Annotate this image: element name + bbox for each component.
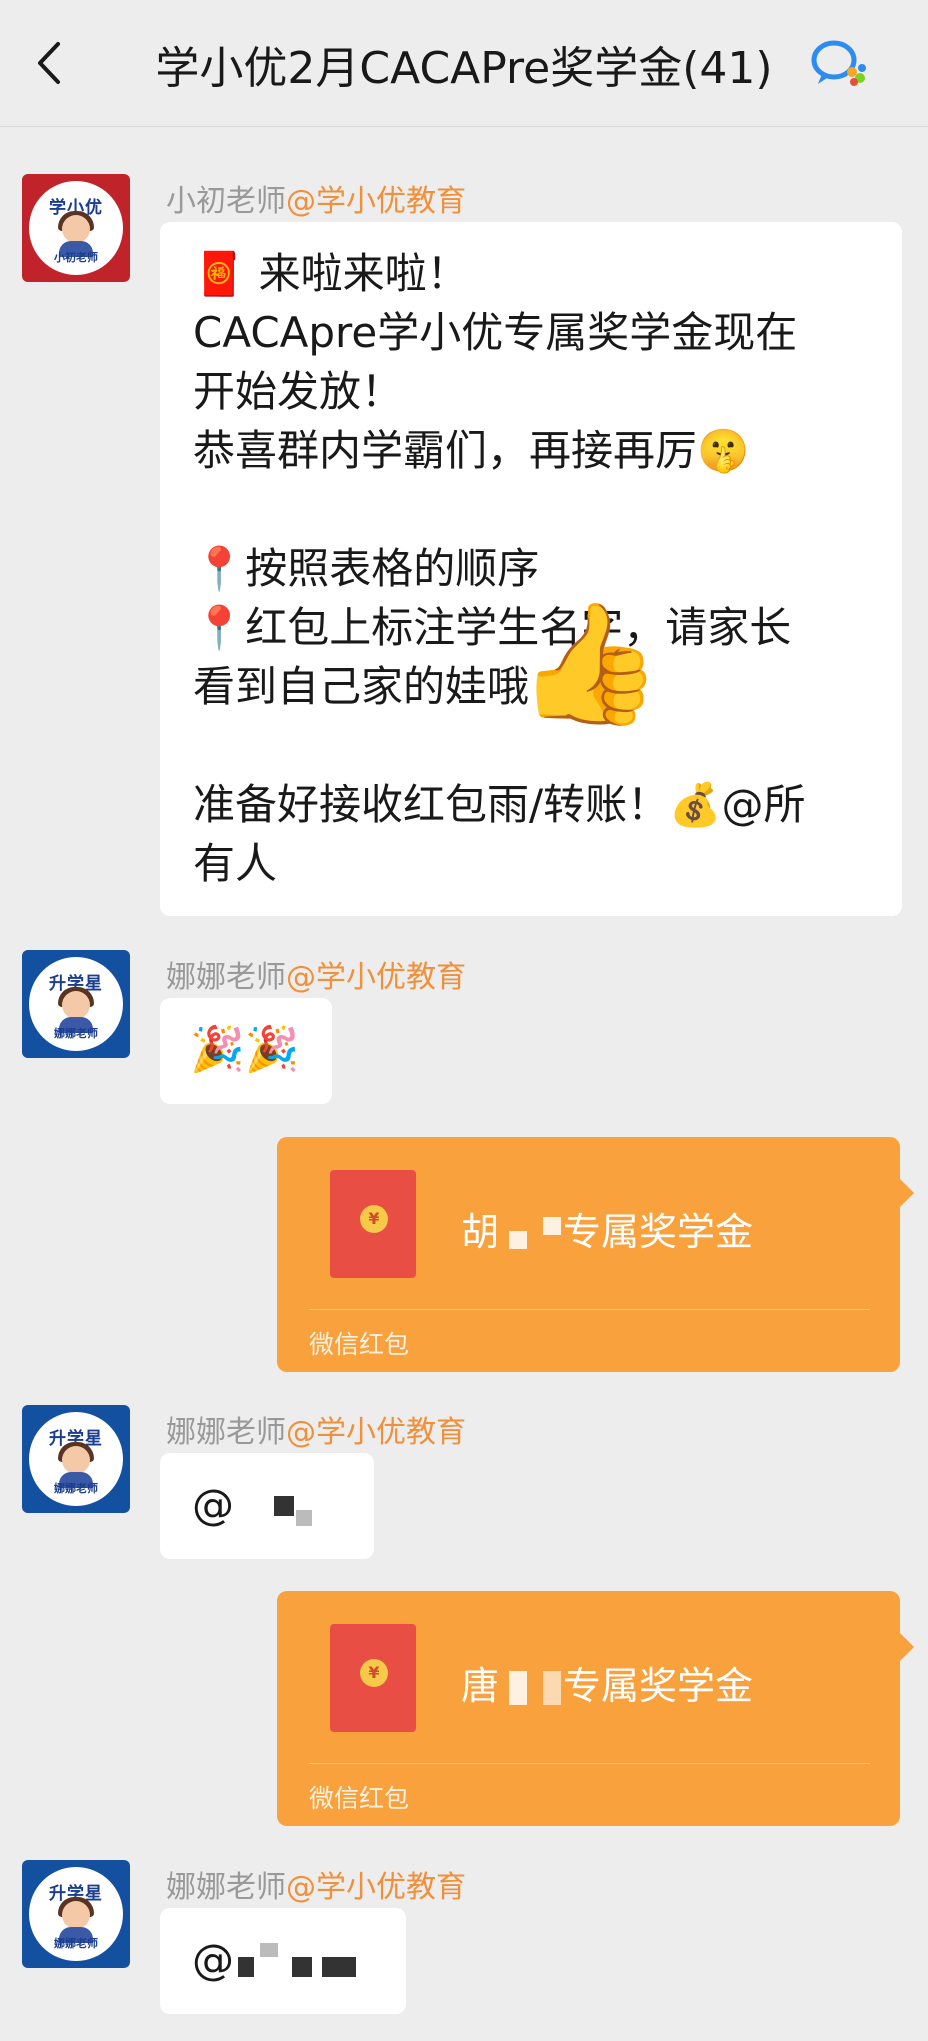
sender-name: 娜娜老师@学小优教育 bbox=[166, 952, 466, 996]
avatar[interactable]: 升学星 娜娜老师 bbox=[22, 1405, 130, 1513]
sender-name-text: 小初老师 bbox=[166, 184, 286, 219]
avatar[interactable]: 升学星 娜娜老师 bbox=[22, 950, 130, 1058]
thumbs-up-icon: 👍 bbox=[516, 594, 663, 732]
message-line: 🧧 来啦来啦！ bbox=[193, 249, 469, 298]
recipient-name: 胡 bbox=[461, 1210, 500, 1254]
divider bbox=[309, 1309, 870, 1310]
avatar-caption: 娜娜老师 bbox=[54, 1027, 98, 1040]
sender-org: @学小优教育 bbox=[286, 1870, 466, 1905]
message-bubble[interactable]: 🎉🎉 bbox=[160, 998, 332, 1104]
avatar-caption: 小初老师 bbox=[54, 251, 98, 264]
mention-redaction bbox=[234, 1488, 334, 1528]
avatar-face bbox=[62, 1901, 90, 1929]
message-line: 恭喜群内学霸们，再接再厉🤫 bbox=[193, 426, 750, 475]
red-packet-footer: 微信红包 bbox=[309, 1784, 410, 1813]
sender-name-text: 娜娜老师 bbox=[166, 1870, 286, 1905]
avatar-face bbox=[62, 215, 90, 243]
avatar[interactable]: 学小优 小初老师 bbox=[22, 174, 130, 282]
avatar-caption: 娜娜老师 bbox=[54, 1937, 98, 1950]
sender-name: 娜娜老师@学小优教育 bbox=[166, 1862, 466, 1906]
message-line bbox=[193, 716, 805, 775]
coin-icon: ¥ bbox=[360, 1205, 388, 1233]
sender-name: 小初老师@学小优教育 bbox=[166, 176, 466, 220]
message-line: CACApre学小优专属奖学金现在 bbox=[193, 308, 798, 357]
avatar-caption: 娜娜老师 bbox=[54, 1482, 98, 1495]
message-line bbox=[193, 480, 805, 539]
red-packet-title: 唐 专属奖学金 bbox=[461, 1655, 753, 1710]
sender-name: 娜娜老师@学小优教育 bbox=[166, 1407, 466, 1451]
message-line: 📍按照表格的顺序 bbox=[193, 544, 540, 593]
sender-name-text: 娜娜老师 bbox=[166, 1415, 286, 1450]
red-packet-label: 专属奖学金 bbox=[563, 1664, 754, 1708]
name-redaction bbox=[499, 1671, 563, 1705]
message-line: 开始发放！ bbox=[193, 367, 404, 416]
avatar-face bbox=[62, 991, 90, 1019]
chat-header: 学小优2月CACAPre奖学金(41) bbox=[0, 0, 928, 127]
name-redaction bbox=[499, 1217, 563, 1249]
party-popper-icon: 🎉🎉 bbox=[190, 1024, 300, 1075]
avatar[interactable]: 升学星 娜娜老师 bbox=[22, 1860, 130, 1968]
mention-at: @ bbox=[192, 1935, 234, 1984]
sender-org: @学小优教育 bbox=[286, 1415, 466, 1450]
message-line: 准备好接收红包雨/转账！💰@所 bbox=[193, 780, 806, 829]
red-packet[interactable]: ¥ 胡 专属奖学金 微信红包 bbox=[277, 1137, 914, 1372]
red-envelope-icon: ¥ bbox=[330, 1170, 416, 1278]
message-line: 有人 bbox=[193, 839, 278, 888]
chat-title: 学小优2月CACAPre奖学金(41) bbox=[155, 43, 773, 94]
message-bubble[interactable]: @ bbox=[160, 1908, 406, 2014]
coin-icon: ¥ bbox=[360, 1659, 388, 1687]
red-packet[interactable]: ¥ 唐 专属奖学金 微信红包 bbox=[277, 1591, 914, 1826]
wecom-chat-icon[interactable] bbox=[808, 38, 868, 88]
sender-org: @学小优教育 bbox=[286, 960, 466, 995]
message-bubble[interactable]: 🧧 来啦来啦！ CACApre学小优专属奖学金现在 开始发放！ 恭喜群内学霸们，… bbox=[160, 222, 902, 916]
red-packet-label: 专属奖学金 bbox=[563, 1210, 754, 1254]
recipient-name: 唐 bbox=[461, 1664, 500, 1708]
mention-redaction bbox=[234, 1942, 384, 1983]
red-packet-footer: 微信红包 bbox=[309, 1330, 410, 1359]
message-line: 看到自己家的娃哦 bbox=[193, 662, 530, 711]
sender-name-text: 娜娜老师 bbox=[166, 960, 286, 995]
mention-at: @ bbox=[192, 1480, 234, 1529]
sender-org: @学小优教育 bbox=[286, 184, 466, 219]
red-envelope-icon: ¥ bbox=[330, 1624, 416, 1732]
message-bubble[interactable]: @ bbox=[160, 1453, 374, 1559]
divider bbox=[309, 1763, 870, 1764]
avatar-face bbox=[62, 1446, 90, 1474]
message-line: 📍红包上标注学生名字，请家长 bbox=[193, 603, 792, 652]
red-packet-title: 胡 专属奖学金 bbox=[461, 1201, 753, 1256]
